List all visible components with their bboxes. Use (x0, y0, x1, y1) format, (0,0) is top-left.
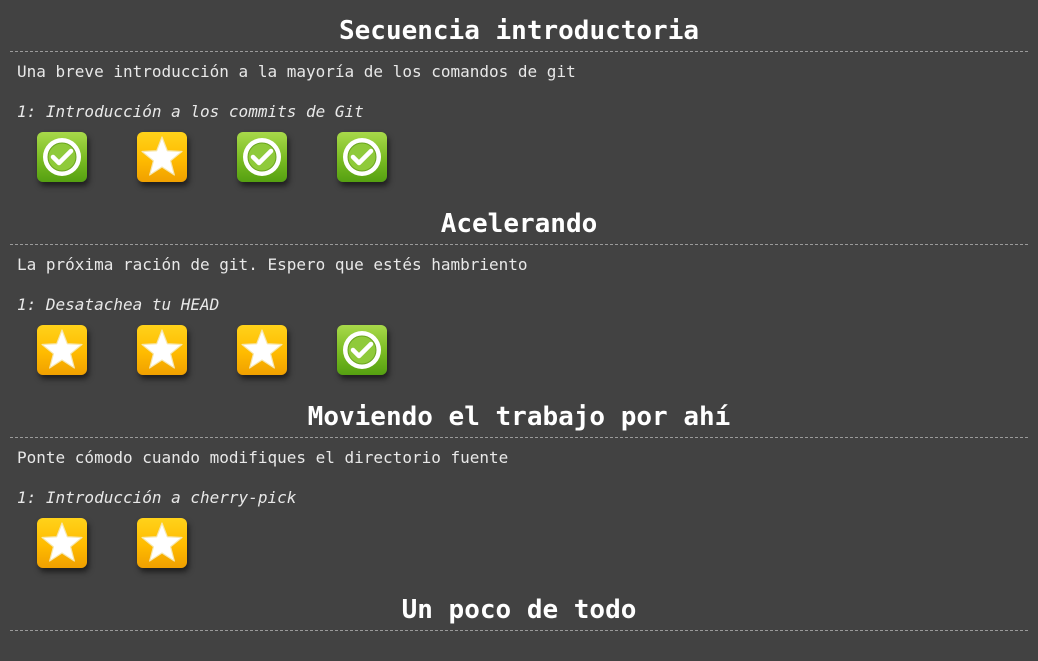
level-1-button[interactable] (37, 325, 87, 375)
level-2-button[interactable] (137, 132, 187, 182)
sequence-divider (10, 630, 1028, 631)
level-hint: 1: Desatachea tu HEAD (17, 295, 220, 314)
sequence-title: Moviendo el trabajo por ahí (307, 402, 731, 432)
sequence-title: Acelerando (440, 209, 598, 239)
sequence-rampup: Acelerando La próxima ración de git. Esp… (0, 194, 1038, 387)
level-4-button[interactable] (337, 132, 387, 182)
sequence-about: La próxima ración de git. Espero que est… (17, 255, 528, 274)
level-3-button[interactable] (237, 132, 287, 182)
level-icons (0, 518, 1038, 580)
sequence-title: Un poco de todo (401, 595, 637, 625)
level-hint: 1: Introducción a cherry-pick (17, 488, 297, 507)
level-icons (0, 132, 1038, 194)
level-4-button[interactable] (337, 325, 387, 375)
level-icons (0, 325, 1038, 387)
level-hint: 1: Introducción a los commits de Git (17, 102, 364, 121)
level-1-button[interactable] (37, 132, 87, 182)
sequence-title: Secuencia introductoria (338, 16, 700, 46)
sequence-move: Moviendo el trabajo por ahí Ponte cómodo… (0, 387, 1038, 580)
level-3-button[interactable] (237, 325, 287, 375)
level-2-button[interactable] (137, 518, 187, 568)
sequence-about: Una breve introducción a la mayoría de l… (17, 62, 576, 81)
level-1-button[interactable] (37, 518, 87, 568)
sequence-about: Ponte cómodo cuando modifiques el direct… (17, 448, 509, 467)
sequence-mixed-bag: Un poco de todo (0, 580, 1038, 631)
level-select-page: Secuencia introductoria Una breve introd… (0, 0, 1038, 661)
level-2-button[interactable] (137, 325, 187, 375)
sequence-intro: Secuencia introductoria Una breve introd… (0, 0, 1038, 194)
